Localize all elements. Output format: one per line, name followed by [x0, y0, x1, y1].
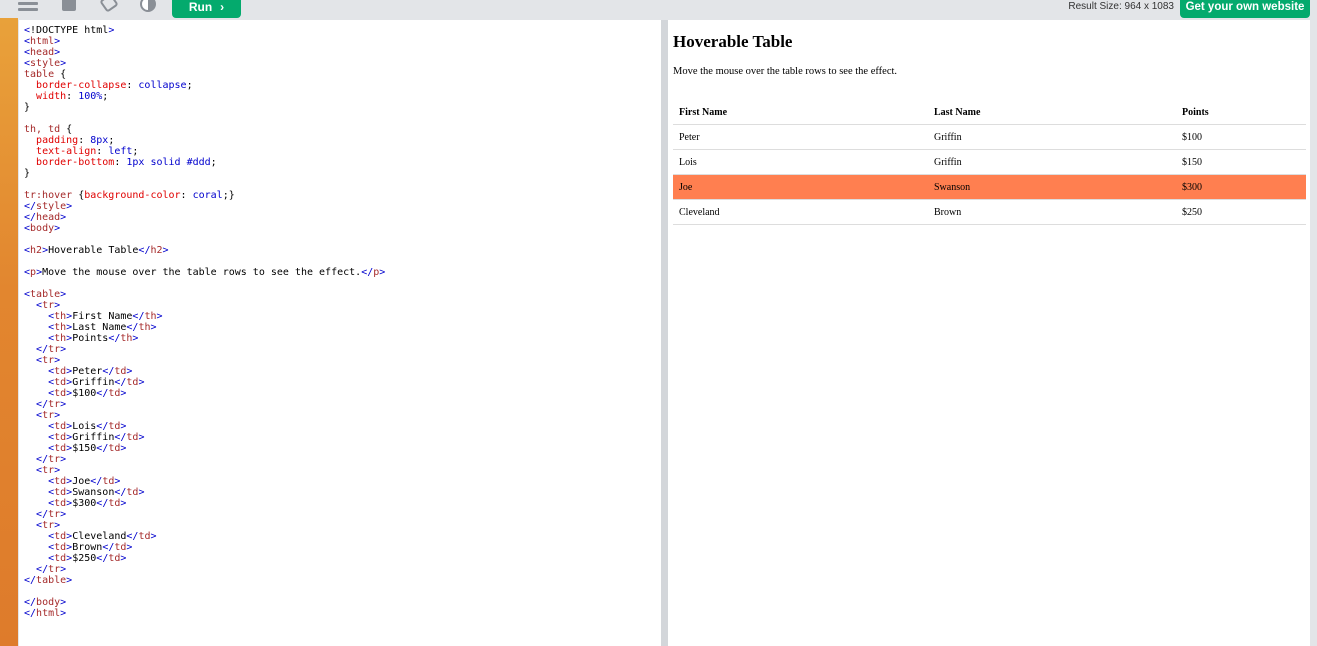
table-row[interactable]: Cleveland Brown $250 [673, 199, 1306, 225]
contrast-icon[interactable] [140, 0, 156, 12]
cell-last-name: Griffin [928, 124, 1176, 150]
cell-first-name: Joe [673, 174, 928, 200]
table-row-hovered[interactable]: Joe Swanson $300 [673, 174, 1306, 200]
run-button[interactable]: Run › [172, 0, 241, 18]
result-pane: Hoverable Table Move the mouse over the … [668, 20, 1310, 646]
code-text[interactable]: <!DOCTYPE html> <html> <head> <style> ta… [19, 20, 661, 619]
cell-last-name: Griffin [928, 149, 1176, 175]
cell-points: $300 [1176, 174, 1306, 200]
chevron-right-icon: › [220, 0, 225, 14]
header-last-name: Last Name [928, 100, 1176, 125]
table-header-row: First Name Last Name Points [673, 100, 1306, 125]
page-title: Hoverable Table [673, 32, 793, 51]
cell-last-name: Brown [928, 199, 1176, 225]
cell-first-name: Peter [673, 124, 928, 150]
table-row[interactable]: Lois Griffin $150 [673, 149, 1306, 175]
points-table: First Name Last Name Points Peter Griffi… [673, 100, 1306, 225]
rotate-icon[interactable] [100, 0, 118, 12]
toolbar: Run › Result Size: 964 x 1083 Get your o… [0, 0, 1317, 18]
pane-splitter[interactable] [661, 20, 668, 646]
cell-points: $250 [1176, 199, 1306, 225]
result-scrollbar[interactable] [1310, 20, 1317, 646]
header-points: Points [1176, 100, 1306, 125]
menu-icon[interactable] [18, 0, 38, 12]
get-own-website-button[interactable]: Get your own website [1180, 0, 1310, 18]
cell-points: $150 [1176, 149, 1306, 175]
code-editor[interactable]: <!DOCTYPE html> <html> <head> <style> ta… [19, 20, 661, 646]
cell-points: $100 [1176, 124, 1306, 150]
cell-first-name: Lois [673, 149, 928, 175]
run-button-label: Run [188, 0, 213, 14]
table-row[interactable]: Peter Griffin $100 [673, 124, 1306, 150]
desktop-background-strip [0, 0, 18, 646]
result-size-label: Result Size: 964 x 1083 [1068, 1, 1174, 12]
cell-last-name: Swanson [928, 174, 1176, 200]
save-icon[interactable] [62, 0, 76, 11]
cell-first-name: Cleveland [673, 199, 928, 225]
page-description: Move the mouse over the table rows to se… [673, 66, 898, 77]
header-first-name: First Name [673, 100, 928, 125]
